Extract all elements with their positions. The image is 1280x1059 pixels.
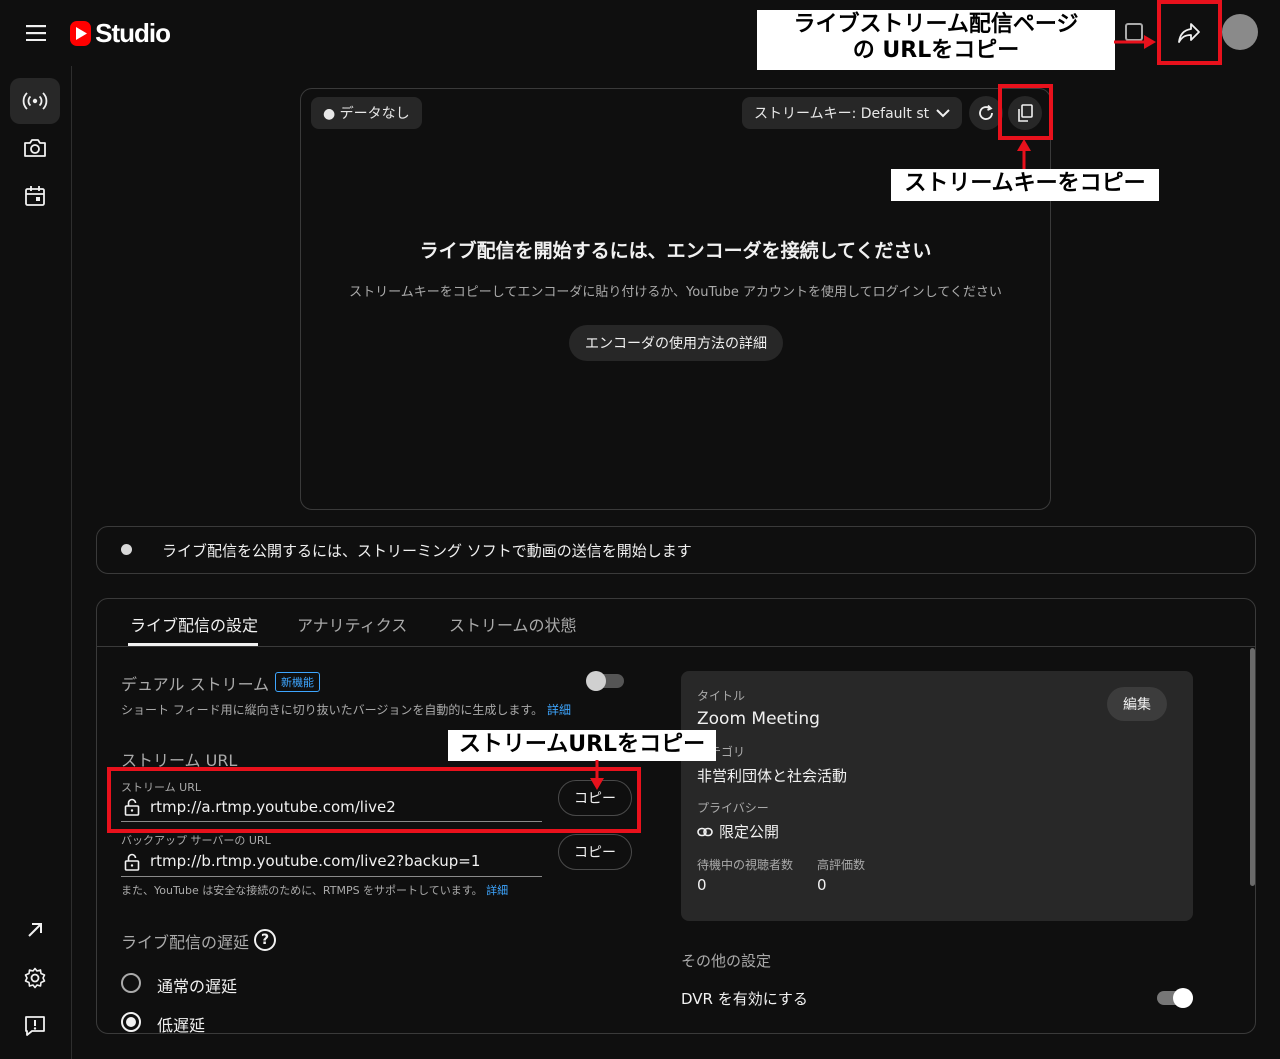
latency-option-low: 低遅延 (157, 1016, 206, 1035)
backup-url-input[interactable]: rtmp://b.rtmp.youtube.com/live2?backup=1 (150, 852, 480, 870)
backup-field-label: バックアップ サーバーの URL (121, 834, 271, 847)
avatar[interactable] (1222, 14, 1258, 50)
annotation-copy-stream-key: ストリームキーをコピー (891, 169, 1159, 201)
gear-icon (24, 967, 46, 989)
title-value: Zoom Meeting (697, 709, 820, 729)
sidebar-item-settings[interactable] (10, 955, 60, 1001)
dvr-toggle[interactable] (1157, 988, 1193, 1008)
waiting-viewers-label: 待機中の視聴者数 (697, 858, 794, 872)
new-badge: 新機能 (275, 672, 320, 692)
sidebar-item-manage[interactable] (10, 173, 60, 219)
annotation-share-box (1157, 0, 1222, 65)
title-label: タイトル (697, 689, 746, 703)
link-icon (696, 823, 714, 841)
annotation-stream-url-box (107, 767, 641, 833)
radio-low-latency[interactable] (121, 1012, 141, 1032)
tab-active-indicator (128, 643, 258, 646)
arrow-up-right-icon (28, 923, 42, 937)
sidebar-item-webcam[interactable] (10, 125, 60, 171)
tabs-divider (97, 646, 1255, 647)
privacy-label: プライバシー (697, 801, 769, 815)
youtube-logo-icon (70, 20, 92, 46)
annotation-arrow-right (1114, 35, 1156, 49)
backup-url-underline (121, 876, 542, 877)
sidebar-item-feedback[interactable] (10, 1003, 60, 1049)
annotation-arrow-up (1017, 139, 1031, 171)
feedback-icon (25, 1016, 45, 1036)
radio-normal-latency[interactable] (121, 973, 141, 993)
camera-icon (24, 139, 46, 157)
data-status-pill: ● データなし (311, 97, 422, 129)
other-settings-heading: その他の設定 (681, 952, 772, 970)
copy-backup-url-button[interactable]: コピー (558, 834, 632, 870)
notice-dot (121, 544, 132, 555)
likes-value: 0 (817, 876, 827, 894)
studio-logo[interactable]: Studio (70, 17, 171, 48)
refresh-icon (979, 104, 993, 120)
rtmps-note: また、YouTube は安全な接続のために、RTMPS をサポートしています。 … (121, 884, 509, 897)
stream-key-select[interactable]: ストリームキー: Default stre (742, 97, 962, 129)
latency-option-normal: 通常の遅延 (157, 977, 238, 996)
likes-label: 高評価数 (817, 858, 866, 872)
encoder-help-button[interactable]: エンコーダの使用方法の詳細 (569, 325, 783, 361)
stream-key-label: ストリームキー: Default stre (754, 106, 929, 122)
sidebar-item-external[interactable] (10, 907, 60, 953)
lock-icon (122, 851, 142, 873)
brand-name: Studio (95, 17, 171, 48)
dual-stream-desc: ショート フィード用に縦向きに切り抜いたバージョンを自動的に生成します。 詳細 (121, 703, 571, 717)
dvr-label: DVR を有効にする (681, 990, 808, 1008)
notice-text: ライブ配信を公開するには、ストリーミング ソフトで動画の送信を開始します (162, 542, 692, 560)
preview-heading: ライブ配信を開始するには、エンコーダを接続してください (419, 240, 932, 262)
help-icon[interactable]: ? (254, 929, 276, 951)
annotation-arrow-down (590, 760, 604, 790)
tab-stream-health[interactable]: ストリームの状態 (449, 612, 577, 636)
sidebar-item-live[interactable] (10, 78, 60, 124)
tab-live-settings[interactable]: ライブ配信の設定 (130, 612, 258, 636)
toggle-knob (586, 671, 606, 691)
broadcast-icon (22, 92, 48, 110)
latency-heading: ライブ配信の遅延 (121, 933, 250, 952)
dual-stream-label: デュアル ストリーム (121, 675, 270, 694)
rtmps-details-link[interactable]: 詳細 (486, 884, 508, 897)
edit-button[interactable]: 編集 (1107, 687, 1167, 721)
scrollbar[interactable] (1250, 648, 1255, 886)
menu-icon[interactable] (20, 18, 52, 48)
privacy-value: 限定公開 (719, 823, 780, 841)
toggle-knob (1173, 988, 1193, 1008)
preview-subtext: ストリームキーをコピーしてエンコーダに貼り付けるか、YouTube アカウントを… (349, 285, 1002, 300)
dual-stream-toggle[interactable] (586, 671, 624, 691)
calendar-icon (25, 186, 45, 206)
annotation-copy-page-url: ライブストリーム配信ページの URLをコピー (757, 10, 1115, 70)
tab-analytics[interactable]: アナリティクス (297, 612, 407, 636)
waiting-viewers-value: 0 (697, 876, 707, 894)
category-value: 非営利団体と社会活動 (697, 767, 848, 785)
dual-stream-details-link[interactable]: 詳細 (547, 703, 571, 717)
annotation-copy-key-box (998, 84, 1053, 140)
chevron-down-icon (936, 109, 950, 118)
annotation-copy-stream-url: ストリームURLをコピー (448, 730, 716, 761)
